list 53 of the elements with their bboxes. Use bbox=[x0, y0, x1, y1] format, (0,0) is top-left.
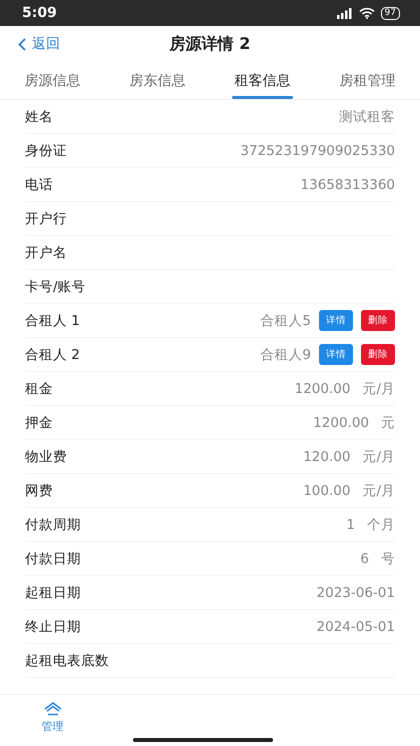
field-value: 2024-05-01 bbox=[316, 618, 395, 634]
field-value: 1200.00 bbox=[294, 380, 350, 396]
tab[interactable]: 租客信息 bbox=[210, 62, 315, 99]
delete-button[interactable]: 删除 bbox=[361, 344, 395, 365]
field-label: 终止日期 bbox=[25, 618, 81, 636]
tab[interactable]: 房源信息 bbox=[0, 62, 105, 99]
field-value: 120.00 bbox=[303, 448, 350, 464]
battery-level: 97 bbox=[380, 6, 400, 20]
nav-item[interactable]: 管理 bbox=[0, 695, 105, 746]
unit-label: 号 bbox=[381, 550, 395, 568]
field-label: 付款日期 bbox=[25, 550, 81, 568]
field-label: 网费 bbox=[25, 482, 53, 500]
detail-button[interactable]: 详情 bbox=[319, 310, 353, 331]
field-label: 姓名 bbox=[25, 108, 53, 126]
detail-button[interactable]: 详情 bbox=[319, 344, 353, 365]
field-label: 合租人 2 bbox=[25, 346, 80, 364]
field-value: 1200.00 bbox=[313, 414, 369, 430]
field-label: 起租日期 bbox=[25, 584, 81, 602]
unit-label: 元/月 bbox=[362, 482, 395, 500]
status-time: 5:09 bbox=[22, 5, 57, 21]
field-value: 13658313360 bbox=[300, 176, 395, 192]
field-label: 租金 bbox=[25, 380, 53, 398]
page-title: 房源详情 2 bbox=[170, 34, 250, 54]
field-label: 开户名 bbox=[25, 244, 67, 262]
unit-label: 元 bbox=[381, 414, 395, 432]
wifi-icon bbox=[358, 7, 375, 19]
field-label: 卡号/账号 bbox=[25, 278, 86, 296]
tab[interactable]: 房租管理 bbox=[315, 62, 420, 99]
field-label: 开户行 bbox=[25, 210, 67, 228]
field-label: 物业费 bbox=[25, 448, 67, 466]
unit-label: 元/月 bbox=[362, 380, 395, 398]
back-button[interactable]: 返回 bbox=[18, 26, 60, 62]
field-label: 合租人 1 bbox=[25, 312, 80, 330]
field-value: 100.00 bbox=[303, 482, 350, 498]
field-value: 1 bbox=[346, 516, 355, 532]
tab[interactable]: 房东信息 bbox=[105, 62, 210, 99]
field-value: 2023-06-01 bbox=[316, 584, 395, 600]
unit-label: 元/月 bbox=[362, 448, 395, 466]
field-label: 电话 bbox=[25, 176, 53, 194]
field-label: 押金 bbox=[25, 414, 53, 432]
field-label: 起租电表底数 bbox=[25, 652, 109, 670]
delete-button[interactable]: 删除 bbox=[361, 310, 395, 331]
field-value: 测试租客 bbox=[339, 108, 395, 126]
signal-icon bbox=[336, 8, 353, 18]
field-label: 身份证 bbox=[25, 142, 67, 160]
back-chevron-icon bbox=[18, 38, 26, 50]
unit-label: 个月 bbox=[367, 516, 395, 534]
field-value: 372523197909025330 bbox=[240, 142, 395, 158]
home-icon bbox=[42, 701, 62, 717]
field-value: 合租人9 bbox=[260, 346, 311, 364]
field-value: 6 bbox=[360, 550, 369, 566]
field-label: 付款周期 bbox=[25, 516, 81, 534]
field-value: 合租人5 bbox=[260, 312, 311, 330]
